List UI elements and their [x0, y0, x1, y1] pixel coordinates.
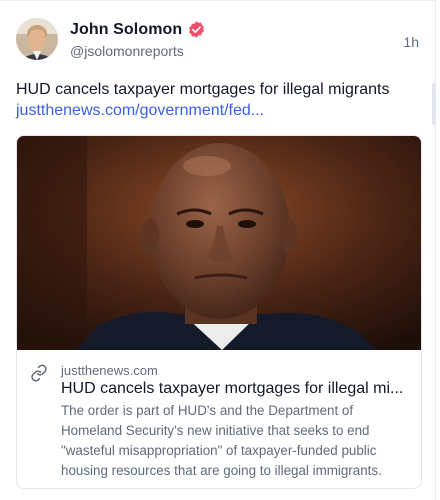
link-card-domain: justthenews.com [61, 363, 158, 378]
verified-badge-icon [189, 21, 205, 38]
link-card-title[interactable]: HUD cancels taxpayer mortgages for illeg… [61, 379, 411, 399]
author-name[interactable]: John Solomon [70, 21, 182, 39]
author-handle[interactable]: @jsolomonreports [70, 43, 184, 59]
scrollbar-thumb[interactable] [432, 83, 436, 125]
article-photo [17, 136, 421, 350]
post: John Solomon @jsolomonreports 1h HUD can… [0, 0, 436, 500]
link-card-description: The order is part of HUD's and the Depar… [61, 403, 382, 478]
post-link[interactable]: justthenews.com/government/fed... [16, 100, 264, 121]
author-name-row: John Solomon [70, 20, 206, 39]
author-avatar[interactable] [16, 18, 58, 60]
post-text: HUD cancels taxpayer mortgages for illeg… [16, 81, 390, 98]
post-timestamp[interactable]: 1h [403, 34, 419, 50]
link-preview-card[interactable]: justthenews.com HUD cancels taxpayer mor… [16, 135, 422, 489]
link-icon [31, 364, 47, 382]
link-card-body: justthenews.com HUD cancels taxpayer mor… [17, 350, 421, 488]
